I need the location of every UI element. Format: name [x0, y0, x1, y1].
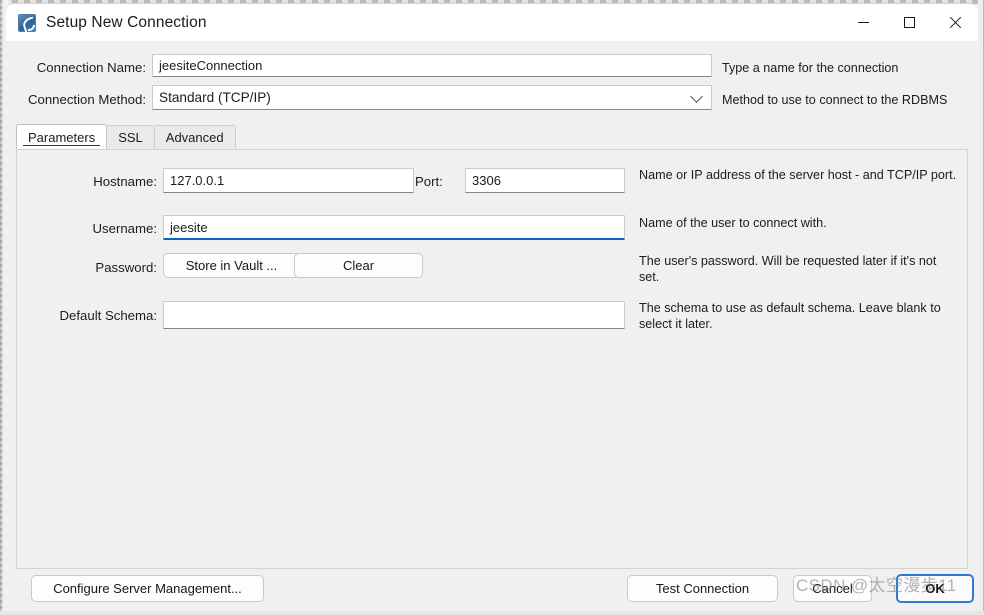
port-input[interactable]: 3306: [465, 168, 625, 193]
mysql-workbench-icon: [18, 13, 36, 32]
connection-method-help: Method to use to connect to the RDBMS: [722, 93, 948, 107]
tab-active-underline: [23, 145, 101, 146]
connection-name-input[interactable]: jeesiteConnection: [152, 54, 712, 77]
username-label: Username:: [92, 221, 158, 236]
maximize-button[interactable]: [886, 4, 932, 42]
cancel-button[interactable]: Cancel: [793, 575, 872, 602]
connection-method-label: Connection Method:: [27, 92, 146, 107]
tab-parameters[interactable]: Parameters: [16, 124, 108, 149]
close-icon: [949, 16, 962, 29]
default-schema-help: The schema to use as default schema. Lea…: [639, 301, 941, 331]
setup-new-connection-dialog: Setup New Connection Connection Name: je…: [0, 0, 984, 615]
chevron-down-icon: [690, 89, 703, 103]
connection-method-value: Standard (TCP/IP): [159, 90, 271, 105]
window-left-border-strip: [0, 0, 2, 615]
window-title: Setup New Connection: [46, 13, 207, 31]
window-controls: [840, 4, 978, 42]
username-help: Name of the user to connect with.: [639, 216, 827, 230]
connection-name-help: Type a name for the connection: [722, 61, 899, 75]
maximize-icon: [903, 17, 915, 28]
minimize-icon: [857, 22, 869, 23]
test-connection-button[interactable]: Test Connection: [627, 575, 778, 602]
password-label: Password:: [95, 260, 157, 275]
default-schema-label: Default Schema:: [59, 308, 158, 323]
connection-name-label: Connection Name:: [36, 60, 146, 75]
hostname-input[interactable]: 127.0.0.1: [163, 168, 414, 193]
default-schema-input[interactable]: [163, 301, 625, 329]
window-bottom-edge: [0, 611, 984, 615]
tab-advanced[interactable]: Advanced: [153, 125, 236, 149]
ok-button[interactable]: OK: [896, 574, 974, 603]
dialog-body: Connection Name: jeesiteConnection Type …: [6, 41, 978, 611]
hostname-label: Hostname:: [93, 174, 157, 189]
tab-ssl[interactable]: SSL: [106, 125, 155, 149]
password-help: The user's password. Will be requested l…: [639, 254, 937, 284]
username-input[interactable]: jeesite: [163, 215, 625, 240]
clear-password-button[interactable]: Clear: [294, 253, 423, 278]
parameters-tab-panel: Hostname: 127.0.0.1 Port: 3306 Name or I…: [16, 149, 968, 569]
store-in-vault-button[interactable]: Store in Vault ...: [163, 253, 300, 278]
configure-server-management-button[interactable]: Configure Server Management...: [31, 575, 264, 602]
connection-method-select[interactable]: Standard (TCP/IP): [152, 85, 712, 110]
minimize-button[interactable]: [840, 4, 886, 42]
close-button[interactable]: [932, 4, 978, 42]
tab-advanced-label: Advanced: [165, 130, 224, 145]
title-bar[interactable]: Setup New Connection: [6, 3, 978, 41]
tab-strip: Parameters SSL Advanced: [16, 124, 968, 149]
hostname-help: Name or IP address of the server host - …: [639, 168, 957, 182]
port-label: Port:: [415, 174, 443, 189]
tab-ssl-label: SSL: [118, 130, 143, 145]
window-right-edge: [978, 0, 984, 615]
tab-parameters-label: Parameters: [28, 129, 96, 145]
